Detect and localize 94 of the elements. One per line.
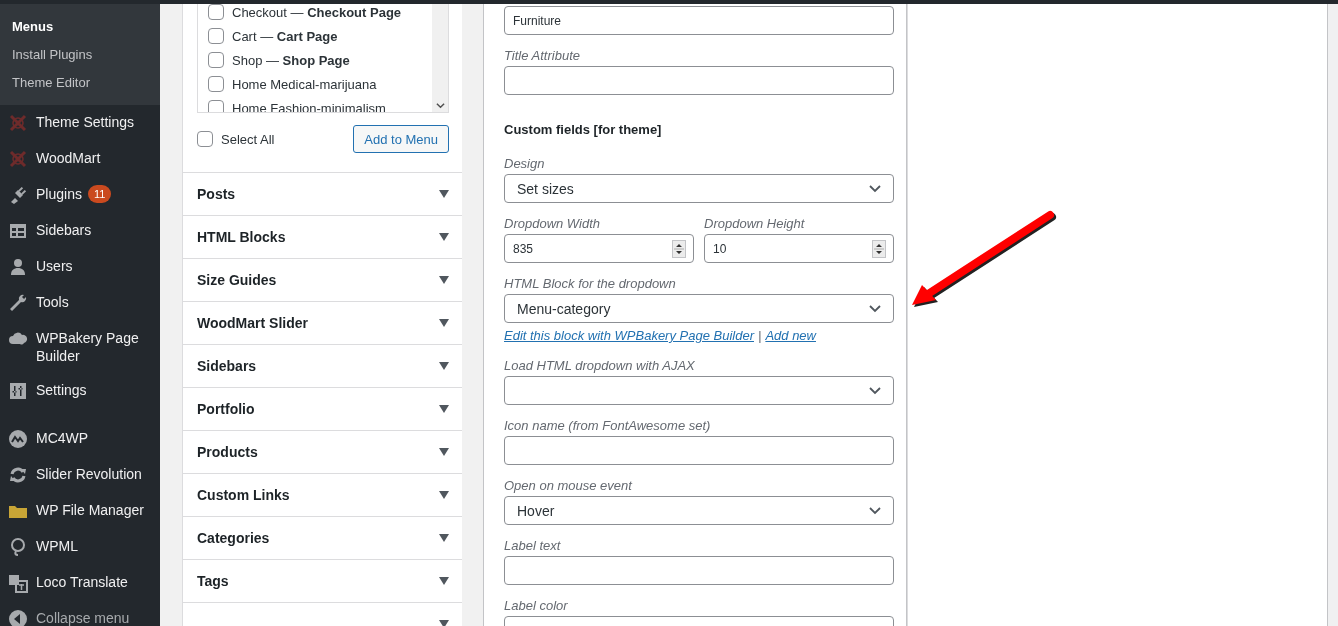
number-field[interactable]: 835 <box>504 234 694 263</box>
separator-text: | <box>758 327 762 345</box>
text-link[interactable]: Add new <box>765 327 816 345</box>
menu-link[interactable]: WPML <box>36 537 78 555</box>
field-label: Title Attribute <box>504 47 580 65</box>
field-label: Label text <box>504 537 561 555</box>
field-label: Dropdown Width <box>504 215 600 233</box>
collapse-icon[interactable] <box>8 609 28 626</box>
chevron-down-icon <box>869 184 881 193</box>
checkbox[interactable] <box>208 52 224 68</box>
accordion-section-header[interactable]: HTML Blocks <box>183 215 462 258</box>
accordion-section-header[interactable]: Sidebars <box>183 344 462 387</box>
caret-down-icon[interactable] <box>439 405 449 413</box>
accordion-section-header[interactable]: Portfolio <box>183 387 462 430</box>
accordion-section-header[interactable]: WoodMart Slider <box>183 301 462 344</box>
caret-down-icon[interactable] <box>439 362 449 370</box>
cross-icon <box>8 113 28 133</box>
accordion-section-header[interactable]: Tags <box>183 559 462 602</box>
accordion-section-header[interactable]: Posts <box>183 172 462 215</box>
refresh-icon <box>8 465 28 485</box>
collapse-menu-link[interactable]: Collapse menu <box>36 609 130 626</box>
field-label: Design <box>504 155 545 173</box>
caret-down-icon[interactable] <box>439 577 449 585</box>
caret-down-icon[interactable] <box>439 233 449 241</box>
chevron-down-icon <box>869 304 881 313</box>
caret-down-icon[interactable] <box>439 491 449 499</box>
select-field[interactable]: Hover <box>504 496 894 525</box>
menu-link[interactable]: WoodMart <box>36 149 101 167</box>
text-field[interactable] <box>504 556 894 585</box>
menu-link[interactable]: Sidebars <box>36 221 92 239</box>
caret-down-icon[interactable] <box>439 190 449 198</box>
select-field[interactable]: Set sizes <box>504 174 894 203</box>
cross-icon <box>8 149 28 169</box>
accordion-section-header[interactable]: Products <box>183 430 462 473</box>
accordion-section-header[interactable]: Categories <box>183 516 462 559</box>
chevron-down-icon <box>869 386 881 395</box>
menu-link[interactable]: Loco Translate <box>36 573 128 591</box>
text-field[interactable] <box>504 66 894 95</box>
menu-link[interactable]: Tools <box>36 293 69 311</box>
menu-link[interactable]: Slider Revolution <box>36 465 142 483</box>
user-icon <box>8 257 28 277</box>
spinner-icon[interactable] <box>872 239 886 258</box>
grid-icon <box>8 221 28 241</box>
checkbox[interactable] <box>208 100 224 112</box>
caret-down-icon[interactable] <box>439 319 449 327</box>
select-field[interactable] <box>504 376 894 405</box>
menu-link[interactable]: WPBakery Page Builder <box>36 329 146 365</box>
text-field[interactable] <box>504 436 894 465</box>
add-to-menu-button[interactable]: Add to Menu <box>353 125 449 153</box>
menu-link[interactable]: Theme Settings <box>36 113 135 131</box>
chevron-down-icon <box>869 506 881 515</box>
badge-icon <box>8 429 28 449</box>
checkbox[interactable] <box>208 28 224 44</box>
sliders-icon <box>8 381 28 401</box>
page-option-label: Home Medical-marijuana <box>232 76 377 92</box>
caret-down-icon[interactable] <box>439 534 449 542</box>
menu-link[interactable]: Settings <box>36 381 87 399</box>
spinner-icon[interactable] <box>672 239 686 258</box>
menu-link[interactable]: MC4WP <box>36 429 89 447</box>
field-label: Load HTML dropdown with AJAX <box>504 357 695 375</box>
field-label: Dropdown Height <box>704 215 805 233</box>
text-field[interactable]: Furniture <box>504 6 894 35</box>
page-option-label: Checkout — Checkout Page <box>232 4 402 20</box>
field-label: Icon name (from FontAwesome set) <box>504 417 711 435</box>
wrench-icon <box>8 293 28 313</box>
caret-down-icon[interactable] <box>439 276 449 284</box>
field-label: Open on mouse event <box>504 477 632 495</box>
menu-link[interactable]: Plugins <box>36 185 82 203</box>
translate-icon <box>8 573 28 593</box>
select-field[interactable]: Menu-category <box>504 294 894 323</box>
update-count-badge: 11 <box>87 185 112 203</box>
scroll-down-icon[interactable] <box>435 101 445 110</box>
checkbox[interactable] <box>208 76 224 92</box>
menu-link[interactable]: Users <box>36 257 73 275</box>
submenu-link[interactable]: Install Plugins <box>0 41 105 69</box>
field-label: Label color <box>504 597 568 615</box>
checkbox[interactable] <box>208 4 224 20</box>
speech-bubble-icon <box>8 537 28 557</box>
checkbox[interactable] <box>197 131 213 147</box>
number-field[interactable]: 10 <box>704 234 894 263</box>
text-link[interactable]: Edit this block with WPBakery Page Builder <box>504 327 754 345</box>
caret-down-icon[interactable] <box>439 448 449 456</box>
field-label: HTML Block for the dropdown <box>504 275 676 293</box>
submenu-link[interactable]: Theme Editor <box>0 69 103 97</box>
accordion-section-header[interactable]: Custom Links <box>183 473 462 516</box>
accordion-section-header[interactable]: Size Guides <box>183 258 462 301</box>
page-option-label: Cart — Cart Page <box>232 28 338 44</box>
caret-down-icon[interactable] <box>439 620 449 626</box>
submenu-link[interactable]: Menus <box>0 13 66 41</box>
section-heading: Custom fields [for theme] <box>504 121 662 139</box>
select-all-label: Select All <box>221 131 275 147</box>
menu-link[interactable]: WP File Manager <box>36 501 144 519</box>
page-option-label: Home Fashion-minimalism <box>232 100 386 112</box>
page-option-label: Shop — Shop Page <box>232 52 350 68</box>
